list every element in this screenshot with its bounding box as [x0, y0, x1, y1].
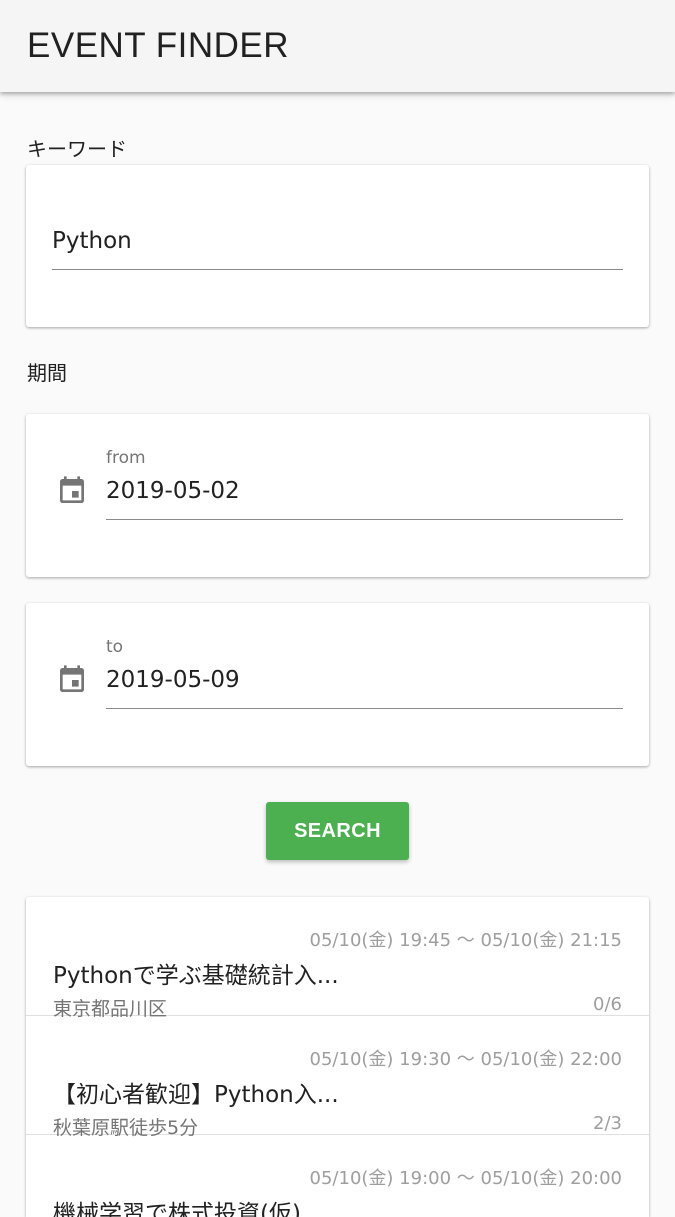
period-label: 期間 [27, 361, 67, 385]
list-item[interactable]: 05/10(金) 19:30 〜 05/10(金) 22:00 【初心者歓迎】P… [26, 1016, 649, 1139]
event-datetime: 05/10(金) 19:30 〜 05/10(金) 22:00 [309, 1049, 622, 1070]
to-date-card: to 2019-05-09 [26, 603, 649, 766]
to-caption: to [106, 637, 124, 657]
list-item[interactable]: 05/10(金) 19:45 〜 05/10(金) 21:15 Pythonで学… [26, 897, 649, 1020]
from-caption: from [106, 448, 146, 468]
app-bar: EVENT FINDER [0, 0, 675, 92]
from-date-input[interactable]: 2019-05-02 [106, 475, 623, 520]
app-title: EVENT FINDER [27, 26, 290, 65]
event-title: Pythonで学ぶ基礎統計入... [53, 963, 339, 989]
keyword-value: Python [52, 228, 132, 254]
event-count: 2/3 [593, 1113, 622, 1134]
from-date-value: 2019-05-02 [106, 478, 240, 504]
calendar-icon[interactable] [56, 664, 88, 696]
to-date-input[interactable]: 2019-05-09 [106, 664, 623, 709]
event-title: 機械学習で株式投資(仮) [53, 1201, 301, 1217]
keyword-card: Python [26, 165, 649, 327]
to-date-value: 2019-05-09 [106, 667, 240, 693]
event-datetime: 05/10(金) 19:45 〜 05/10(金) 21:15 [309, 930, 622, 951]
from-date-card: from 2019-05-02 [26, 414, 649, 577]
calendar-icon[interactable] [56, 475, 88, 507]
keyword-input[interactable]: Python [52, 225, 623, 270]
results-list: 05/10(金) 19:45 〜 05/10(金) 21:15 Pythonで学… [26, 897, 649, 1217]
list-item[interactable]: 05/10(金) 19:00 〜 05/10(金) 20:00 機械学習で株式投… [26, 1135, 649, 1217]
event-title: 【初心者歓迎】Python入... [53, 1082, 339, 1108]
event-count: 0/6 [593, 994, 622, 1015]
search-button[interactable]: SEARCH [266, 802, 409, 860]
keyword-label: キーワード [27, 137, 127, 161]
event-datetime: 05/10(金) 19:00 〜 05/10(金) 20:00 [309, 1168, 622, 1189]
